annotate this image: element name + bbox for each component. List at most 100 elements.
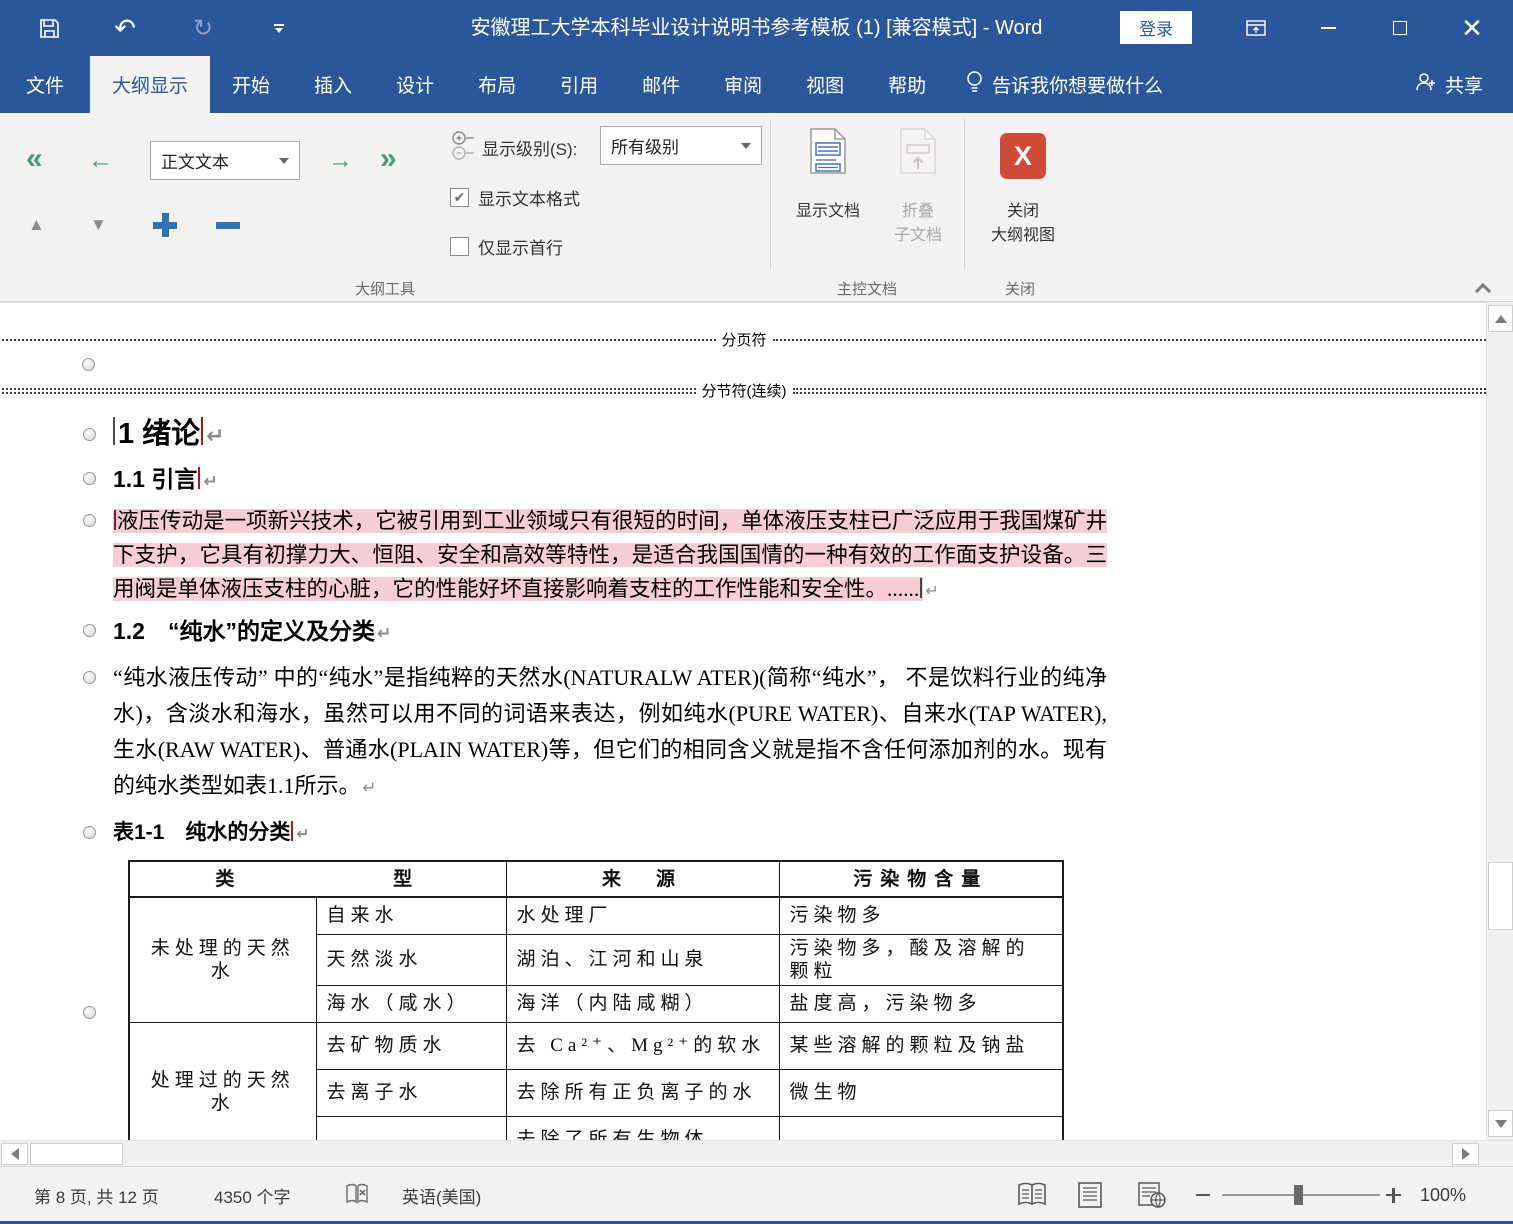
- zoom-slider-thumb[interactable]: [1294, 1185, 1303, 1205]
- minimize-button[interactable]: [1300, 0, 1356, 56]
- page-indicator[interactable]: 第 8 页, 共 12 页: [34, 1167, 159, 1223]
- outline-bullet[interactable]: [83, 826, 96, 839]
- tab-insert[interactable]: 插入: [292, 56, 374, 113]
- tab-help[interactable]: 帮助: [866, 56, 948, 113]
- scroll-right-button[interactable]: [1452, 1143, 1479, 1165]
- table-cell[interactable]: 去矿物质水: [315, 1021, 507, 1070]
- expand-button[interactable]: [153, 213, 177, 237]
- table-cell[interactable]: 去离子水: [315, 1068, 507, 1117]
- document-canvas[interactable]: 分页符 分节符(连续) 1 绪论 ↵ 1.1 引言 ↵ 液压传动是一项新兴技术，它被…: [0, 302, 1486, 1140]
- maximize-button[interactable]: [1372, 0, 1428, 56]
- table-cell[interactable]: [315, 1115, 507, 1140]
- table-cell[interactable]: 海洋（内陆咸糊）: [505, 984, 780, 1023]
- table-cell[interactable]: 盐度高，污染物多: [778, 984, 1064, 1023]
- show-first-line-only-checkbox[interactable]: 仅显示首行: [450, 234, 563, 259]
- paragraph-purewater-text[interactable]: “纯水液压传动” 中的“纯水”是指纯粹的天然水(NATURALW ATER)(简…: [113, 665, 1107, 798]
- show-text-formatting-checkbox[interactable]: ✔ 显示文本格式: [450, 185, 580, 210]
- table-cell[interactable]: 去除所有正负离子的水: [505, 1068, 780, 1117]
- table-cell[interactable]: 天然淡水: [315, 933, 507, 986]
- share-button[interactable]: 共享: [1385, 56, 1513, 113]
- move-up-button[interactable]: ▲: [28, 215, 45, 235]
- tab-file[interactable]: 文件: [0, 56, 90, 113]
- table-caption[interactable]: 表1-1 纯水的分类 ↵: [83, 818, 1486, 849]
- tell-me-box[interactable]: 告诉我你想要做什么: [948, 56, 1181, 113]
- promote-to-heading1-button[interactable]: «: [26, 142, 43, 176]
- web-layout-button[interactable]: [1137, 1167, 1167, 1223]
- table-cell[interactable]: 去除了所有生物体: [505, 1115, 780, 1140]
- format-mark: [114, 509, 116, 530]
- read-mode-button[interactable]: [1015, 1167, 1049, 1223]
- close-outline-view-button[interactable]: X 关闭 大纲视图: [976, 127, 1070, 245]
- ribbon-display-options-icon[interactable]: [1228, 0, 1284, 56]
- show-level-dropdown[interactable]: 所有级别: [600, 126, 762, 165]
- table-cell[interactable]: 某些溶解的颗粒及钠盐: [778, 1021, 1064, 1070]
- close-button[interactable]: ✕: [1444, 0, 1500, 56]
- tab-mailings[interactable]: 邮件: [620, 56, 702, 113]
- language-indicator[interactable]: 英语(美国): [402, 1167, 481, 1223]
- tab-review[interactable]: 审阅: [702, 56, 784, 113]
- outline-bullet[interactable]: [83, 671, 96, 684]
- table-row[interactable]: 未处理的天然水 自来水 水处理厂 污染物多: [128, 896, 1064, 1023]
- scroll-up-button[interactable]: [1488, 305, 1513, 332]
- heading-1-2[interactable]: 1.2 “纯水”的定义及分类 ↵: [83, 615, 1486, 650]
- zoom-level[interactable]: 100%: [1420, 1167, 1466, 1223]
- horizontal-scroll-thumb[interactable]: [30, 1143, 123, 1165]
- heading-1-1[interactable]: 1.1 引言 ↵: [83, 463, 1486, 498]
- tab-outlining[interactable]: 大纲显示: [90, 56, 211, 113]
- scroll-left-button[interactable]: [1, 1143, 28, 1165]
- zoom-out-button[interactable]: [1196, 1167, 1210, 1223]
- table-cell[interactable]: 微生物: [778, 1068, 1064, 1117]
- table-cell[interactable]: [778, 1115, 1064, 1140]
- water-types-table[interactable]: 类型 来 源 污染物含量 未处理的天然水 自来水 水处理厂 污染物多 天然淡水 …: [83, 860, 1486, 1140]
- vertical-scrollbar[interactable]: [1486, 302, 1513, 1140]
- show-document-label: 显示文档: [795, 203, 860, 220]
- demote-button[interactable]: →: [328, 146, 353, 175]
- show-level-value: 所有级别: [611, 138, 679, 157]
- zoom-in-button[interactable]: [1386, 1167, 1401, 1223]
- table-cell[interactable]: 水处理厂: [505, 896, 780, 935]
- paragraph-purewater[interactable]: “纯水液压传动” 中的“纯水”是指纯粹的天然水(NATURALW ATER)(简…: [83, 660, 1107, 806]
- print-layout-button[interactable]: [1076, 1167, 1104, 1223]
- tab-design[interactable]: 设计: [374, 56, 456, 113]
- highlighted-text[interactable]: 液压传动是一项新兴技术，它被引用到工业领域只有很短的时间，单体液压支柱已广泛应用…: [113, 509, 1107, 601]
- show-level-icon: [450, 129, 478, 168]
- heading-1-2-text[interactable]: 1.2 “纯水”的定义及分类: [113, 618, 375, 644]
- cell-group-untreated[interactable]: 未处理的天然水: [128, 896, 317, 1023]
- outline-level-dropdown[interactable]: 正文文本: [150, 141, 300, 180]
- table-cell[interactable]: 去 Ca²⁺、Mg²⁺的软水: [505, 1021, 780, 1070]
- promote-button[interactable]: ←: [88, 146, 113, 175]
- outline-bullet[interactable]: [83, 1006, 96, 1019]
- horizontal-scrollbar[interactable]: [0, 1140, 1513, 1166]
- table-caption-text[interactable]: 表1-1 纯水的分类: [113, 821, 290, 844]
- heading-1-1-text[interactable]: 1.1 引言: [113, 466, 197, 492]
- heading-1[interactable]: 1 绪论 ↵: [83, 415, 1486, 456]
- tab-layout[interactable]: 布局: [456, 56, 538, 113]
- table-cell[interactable]: 湖泊、江河和山泉: [505, 933, 780, 986]
- tab-view[interactable]: 视图: [784, 56, 866, 113]
- word-count[interactable]: 4350 个字: [214, 1167, 291, 1223]
- tab-home[interactable]: 开始: [210, 56, 292, 113]
- collapse-ribbon-icon[interactable]: [1468, 276, 1498, 300]
- table-cell[interactable]: 污染物多，酸及溶解的颗粒: [778, 933, 1064, 986]
- table-row[interactable]: 处理过的天然水 去矿物质水 去 Ca²⁺、Mg²⁺的软水 某些溶解的颗粒及钠盐: [128, 1021, 1064, 1140]
- proofing-icon[interactable]: [344, 1167, 370, 1223]
- tab-references[interactable]: 引用: [538, 56, 620, 113]
- outline-bullet[interactable]: [83, 428, 96, 441]
- collapse-button[interactable]: [216, 222, 240, 229]
- show-document-button[interactable]: 显示文档: [786, 127, 870, 221]
- table-cell[interactable]: 海水（咸水）: [315, 984, 507, 1023]
- outline-bullet[interactable]: [82, 358, 95, 371]
- table-cell[interactable]: 自来水: [315, 896, 507, 935]
- paragraph-highlighted[interactable]: 液压传动是一项新兴技术，它被引用到工业领域只有很短的时间，单体液压支柱已广泛应用…: [83, 504, 1107, 608]
- sign-in-button[interactable]: 登录: [1120, 11, 1192, 44]
- outline-bullet[interactable]: [83, 624, 96, 637]
- demote-to-bodytext-button[interactable]: »: [380, 142, 397, 176]
- outline-bullet[interactable]: [83, 514, 96, 527]
- move-down-button[interactable]: ▼: [90, 215, 107, 235]
- scroll-down-button[interactable]: [1488, 1110, 1513, 1137]
- cell-group-treated[interactable]: 处理过的天然水: [128, 1021, 317, 1140]
- heading-1-text[interactable]: 1 绪论: [118, 418, 200, 450]
- vertical-scroll-thumb[interactable]: [1488, 862, 1513, 930]
- table-cell[interactable]: 污染物多: [778, 896, 1064, 935]
- outline-bullet[interactable]: [83, 472, 96, 485]
